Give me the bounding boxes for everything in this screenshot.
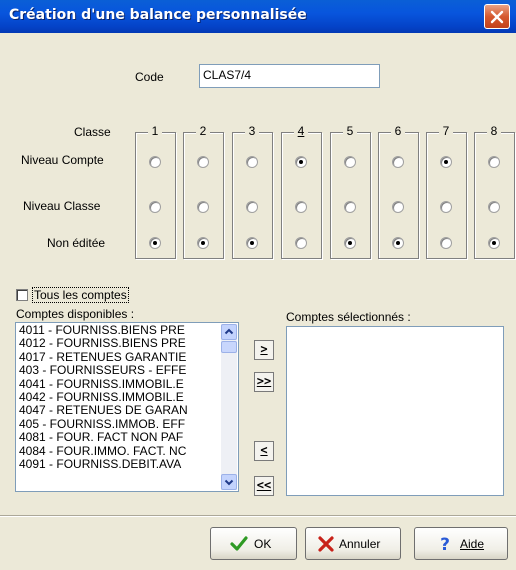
- list-item[interactable]: 4047 - RETENUES DE GARAN: [19, 404, 219, 417]
- scroll-thumb[interactable]: [221, 341, 237, 353]
- all-accounts-checkbox[interactable]: [16, 289, 28, 301]
- available-accounts-list[interactable]: 4011 - FOURNISS.BIENS PRE 4012 - FOURNISS…: [15, 322, 239, 492]
- all-accounts-label[interactable]: Tous les comptes: [32, 287, 129, 303]
- remove-all-button[interactable]: <<: [254, 476, 274, 496]
- row-label-niveau-compte: Niveau Compte: [21, 153, 104, 167]
- code-label: Code: [135, 70, 164, 84]
- scroll-down-button[interactable]: [221, 474, 237, 490]
- radio-class-1-row-3[interactable]: [149, 237, 161, 249]
- ok-button[interactable]: OK: [210, 527, 297, 560]
- row-label-non-editee: Non éditée: [47, 236, 106, 250]
- radio-class-3-row-2[interactable]: [246, 201, 258, 213]
- add-all-button[interactable]: >>: [254, 372, 274, 392]
- cancel-button[interactable]: Annuler: [305, 527, 401, 560]
- radio-class-4-row-3[interactable]: [295, 237, 307, 249]
- x-icon: [318, 536, 334, 552]
- selected-accounts-label: Comptes sélectionnés :: [286, 310, 411, 324]
- list-item[interactable]: 4091 - FOURNISS.DEBIT.AVA: [19, 458, 219, 471]
- radio-class-5-row-1[interactable]: [344, 156, 356, 168]
- list-item[interactable]: 403 - FOURNISSEURS - EFFE: [19, 364, 219, 377]
- question-icon: ?: [440, 535, 450, 553]
- available-accounts-scrollbar[interactable]: [221, 324, 237, 490]
- class-column-title: 3: [245, 124, 259, 138]
- radio-class-6-row-2[interactable]: [392, 201, 404, 213]
- radio-class-8-row-2[interactable]: [488, 201, 500, 213]
- radio-class-8-row-1[interactable]: [488, 156, 500, 168]
- radio-class-3-row-3[interactable]: [246, 237, 258, 249]
- class-column-title: 5: [343, 124, 357, 138]
- radio-class-7-row-1[interactable]: [440, 156, 452, 168]
- radio-class-6-row-1[interactable]: [392, 156, 404, 168]
- radio-class-4-row-2[interactable]: [295, 201, 307, 213]
- scroll-up-button[interactable]: [221, 324, 237, 340]
- list-item[interactable]: 4017 - RETENUES GARANTIE: [19, 351, 219, 364]
- radio-class-8-row-3[interactable]: [488, 237, 500, 249]
- class-column-title: 2: [196, 124, 210, 138]
- radio-class-2-row-2[interactable]: [197, 201, 209, 213]
- list-item[interactable]: 4081 - FOUR. FACT NON PAF: [19, 431, 219, 444]
- close-icon: [490, 10, 504, 24]
- list-item[interactable]: 4042 - FOURNISS.IMMOBIL.E: [19, 391, 219, 404]
- radio-class-7-row-2[interactable]: [440, 201, 452, 213]
- code-input[interactable]: CLAS7/4: [199, 64, 380, 88]
- radio-class-2-row-3[interactable]: [197, 237, 209, 249]
- radio-class-7-row-3[interactable]: [440, 237, 452, 249]
- list-item[interactable]: 4012 - FOURNISS.BIENS PRE: [19, 337, 219, 350]
- radio-class-5-row-3[interactable]: [344, 237, 356, 249]
- list-item[interactable]: 4084 - FOUR.IMMO. FACT. NC: [19, 445, 219, 458]
- svg-text:?: ?: [440, 535, 450, 553]
- list-item[interactable]: 4041 - FOURNISS.IMMOBIL.E: [19, 378, 219, 391]
- class-column-title: 4: [294, 124, 308, 138]
- footer-separator: [0, 515, 516, 517]
- classe-label: Classe: [74, 125, 111, 139]
- radio-class-5-row-2[interactable]: [344, 201, 356, 213]
- selected-accounts-list[interactable]: [286, 326, 504, 496]
- list-item[interactable]: 405 - FOURNISS.IMMOB. EFF: [19, 418, 219, 431]
- title-bar[interactable]: Création d'une balance personnalisée: [0, 0, 516, 33]
- list-item[interactable]: 4011 - FOURNISS.BIENS PRE: [19, 324, 219, 337]
- help-button[interactable]: ? Aide: [414, 527, 508, 560]
- radio-class-6-row-3[interactable]: [392, 237, 404, 249]
- available-accounts-label: Comptes disponibles :: [16, 307, 135, 321]
- ok-button-label: OK: [254, 537, 272, 551]
- radio-class-3-row-1[interactable]: [246, 156, 258, 168]
- cancel-button-label: Annuler: [339, 537, 381, 551]
- radio-class-2-row-1[interactable]: [197, 156, 209, 168]
- remove-selected-button[interactable]: <: [254, 441, 274, 461]
- available-accounts-items: 4011 - FOURNISS.BIENS PRE 4012 - FOURNISS…: [19, 324, 219, 471]
- chevron-up-icon: [224, 328, 234, 335]
- close-button[interactable]: [484, 4, 510, 29]
- radio-class-1-row-1[interactable]: [149, 156, 161, 168]
- add-selected-button[interactable]: >: [254, 340, 274, 360]
- chevron-down-icon: [224, 479, 234, 486]
- class-column-title: 8: [487, 124, 501, 138]
- radio-class-1-row-2[interactable]: [149, 201, 161, 213]
- window-title: Création d'une balance personnalisée: [9, 7, 307, 23]
- radio-class-4-row-1[interactable]: [295, 156, 307, 168]
- row-label-niveau-classe: Niveau Classe: [23, 199, 101, 213]
- class-column-title: 6: [391, 124, 405, 138]
- class-column-title: 1: [148, 124, 162, 138]
- check-icon: [230, 536, 248, 551]
- class-column-title: 7: [439, 124, 453, 138]
- help-button-label: Aide: [460, 537, 485, 551]
